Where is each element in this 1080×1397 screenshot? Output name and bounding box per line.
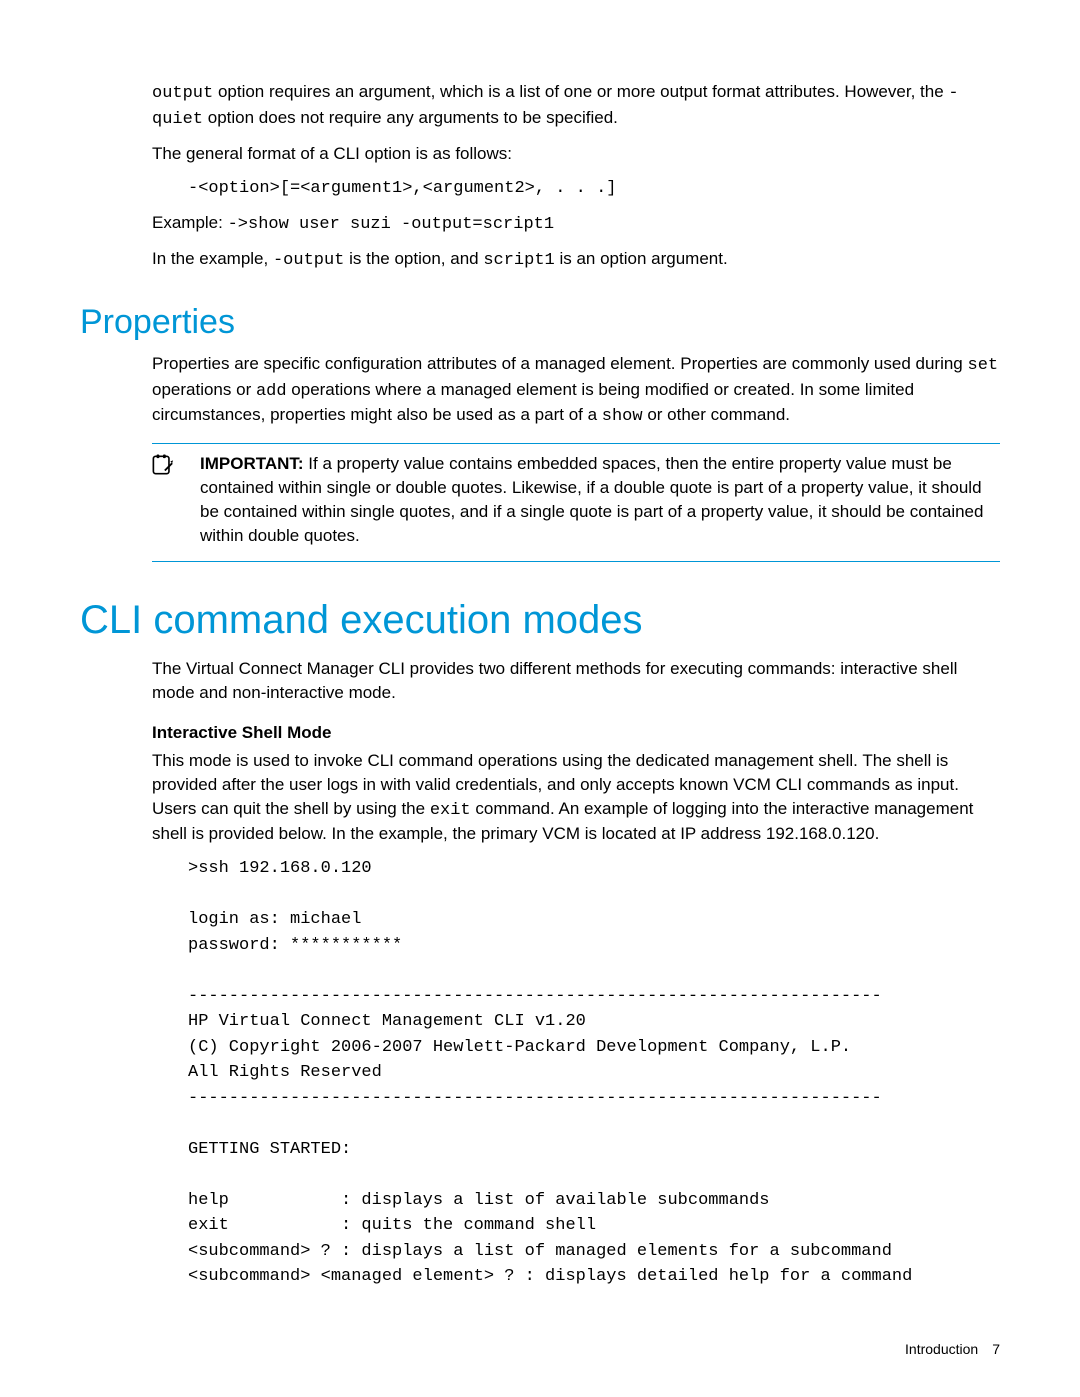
properties-paragraph: Properties are specific configuration at… [152,352,1000,429]
code-set: set [968,356,999,375]
note-icon-cell [152,452,200,547]
code-output-opt: -output [273,251,344,270]
page-footer: Introduction 7 [905,1341,1000,1357]
note-text: IMPORTANT: If a property value contains … [200,452,1000,547]
code-example: ->show user suzi -output=script1 [228,215,554,234]
important-icon [152,463,174,480]
heading-cli-modes: CLI command execution modes [80,598,1000,643]
code-exit: exit [430,801,471,820]
text: operations or [152,380,256,399]
text: option does not require any arguments to… [203,108,618,127]
footer-section: Introduction [905,1341,978,1357]
shell-example-block: >ssh 192.168.0.120 login as: michael pas… [188,856,1000,1290]
code-show: show [602,407,643,426]
text: In the example, [152,249,273,268]
text: is an option argument. [555,249,728,268]
text: Example: [152,213,228,232]
note-label: IMPORTANT: [200,454,304,473]
intro-format-label: The general format of a CLI option is as… [152,142,1000,166]
text: is the option, and [344,249,483,268]
interactive-paragraph: This mode is used to invoke CLI command … [152,749,1000,846]
intro-paragraph-1: output option requires an argument, whic… [152,80,1000,132]
code-option-format: -<option>[=<argument1>,<argument2>, . . … [188,179,616,198]
code-script1: script1 [483,251,554,270]
cli-modes-intro: The Virtual Connect Manager CLI provides… [152,657,1000,705]
text: or other command. [643,405,790,424]
code-output: output [152,84,213,103]
intro-example-line: Example: ->show user suzi -output=script… [152,211,1000,237]
document-page: output option requires an argument, whic… [0,0,1080,1397]
heading-properties: Properties [80,303,1000,342]
code-add: add [256,382,287,401]
text: option requires an argument, which is a … [213,82,948,101]
footer-page-number: 7 [992,1341,1000,1357]
intro-format-code: -<option>[=<argument1>,<argument2>, . . … [188,175,1000,201]
subhead-interactive: Interactive Shell Mode [152,723,1000,743]
note-body: If a property value contains embedded sp… [200,454,983,544]
text: Properties are specific configuration at… [152,354,968,373]
intro-explain-line: In the example, -output is the option, a… [152,247,1000,273]
important-note: IMPORTANT: If a property value contains … [152,443,1000,562]
